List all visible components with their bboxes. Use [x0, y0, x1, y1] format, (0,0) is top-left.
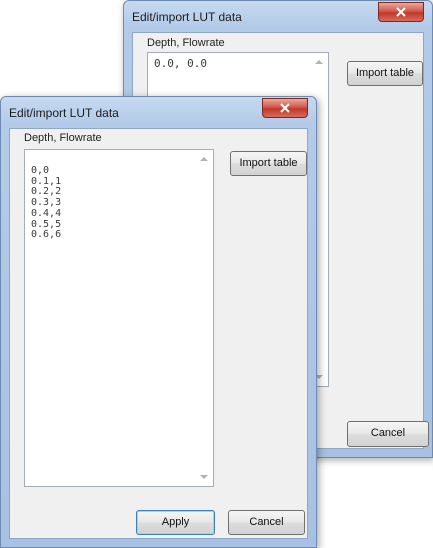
back-dialog-title: Edit/import LUT data — [132, 10, 242, 24]
back-column-label: Depth, Flowrate — [147, 37, 225, 49]
front-lut-textarea[interactable]: 0,0 0.1,1 0.2,2 0.3,3 0.4,4 0.5,5 0.6,6 — [24, 149, 214, 487]
scroll-up-arrow-icon[interactable] — [315, 60, 323, 64]
front-dialog-window: Edit/import LUT data Depth, Flowrate 0,0… — [0, 96, 317, 548]
front-import-table-button[interactable]: Import table — [230, 151, 307, 176]
scroll-down-arrow-icon[interactable] — [200, 475, 208, 479]
front-column-label: Depth, Flowrate — [24, 132, 102, 144]
front-dialog-close-button[interactable] — [262, 98, 308, 118]
close-icon — [396, 7, 406, 17]
front-apply-button[interactable]: Apply — [136, 510, 215, 535]
front-lut-text: 0,0 0.1,1 0.2,2 0.3,3 0.4,4 0.5,5 0.6,6 — [31, 165, 62, 241]
front-dialog-title: Edit/import LUT data — [9, 106, 119, 120]
back-import-table-button[interactable]: Import table — [347, 61, 423, 86]
back-dialog-titlebar[interactable]: Edit/import LUT data — [124, 1, 432, 33]
front-dialog-body: Depth, Flowrate 0,0 0.1,1 0.2,2 0.3,3 0.… — [9, 128, 308, 539]
front-dialog-titlebar[interactable]: Edit/import LUT data — [1, 97, 316, 129]
scroll-up-arrow-icon[interactable] — [200, 157, 208, 161]
back-cancel-button[interactable]: Cancel — [347, 421, 429, 447]
front-lut-scrollbar[interactable] — [196, 150, 213, 486]
close-icon — [280, 103, 290, 113]
back-lut-text: 0.0, 0.0 — [154, 57, 207, 70]
front-cancel-button[interactable]: Cancel — [228, 510, 305, 535]
back-dialog-close-button[interactable] — [378, 2, 424, 22]
